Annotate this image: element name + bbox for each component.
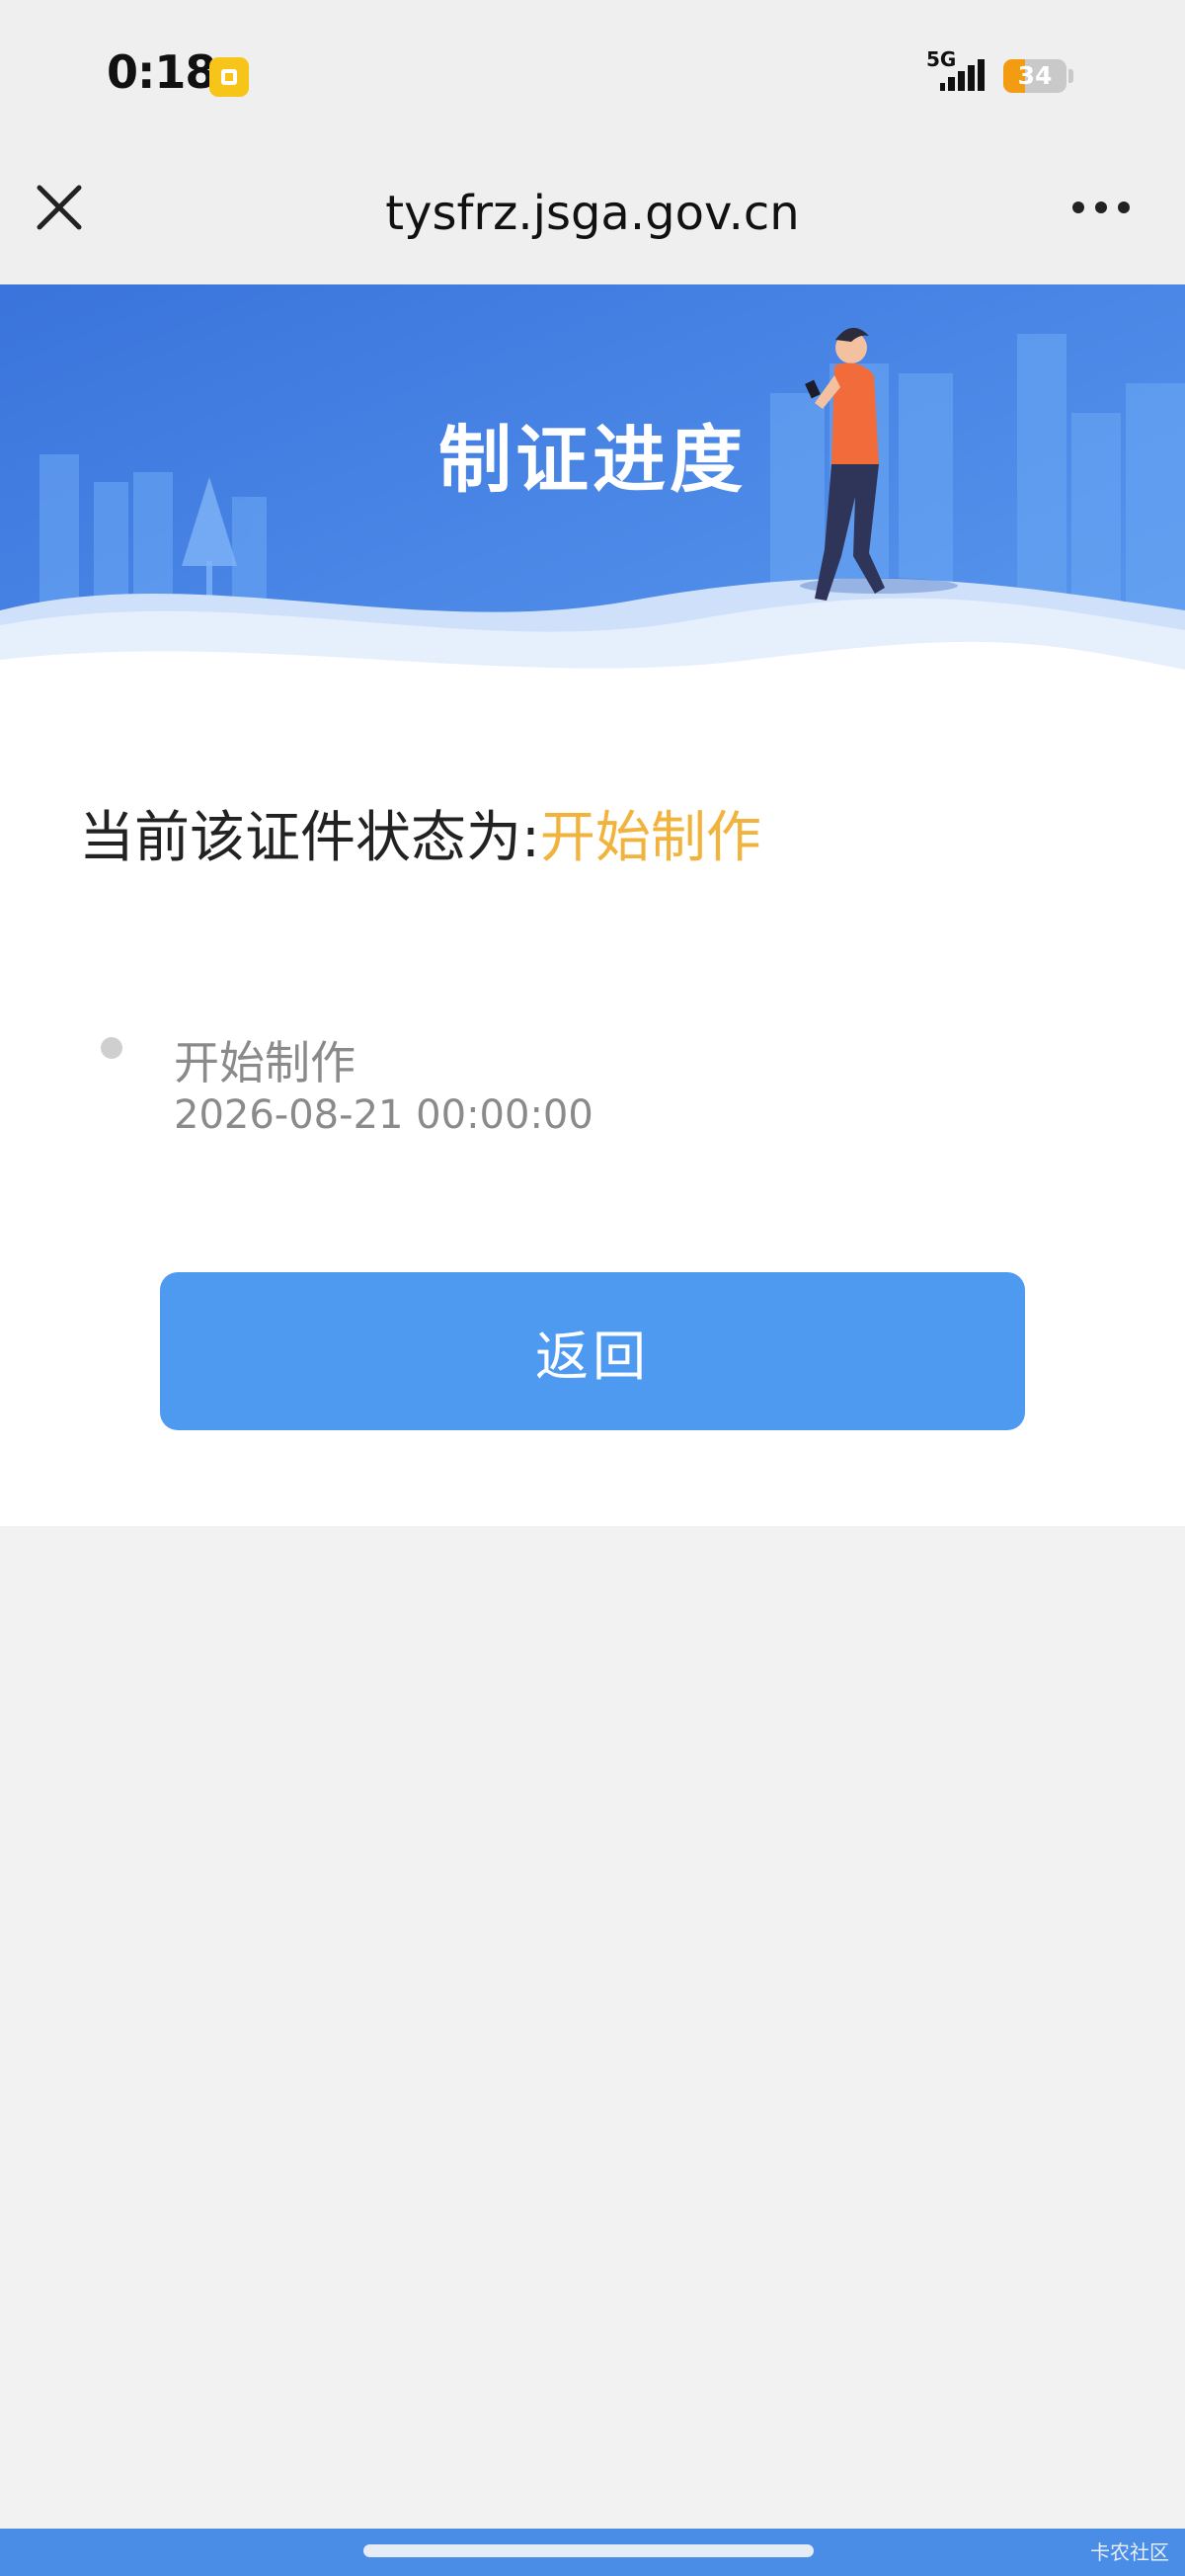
home-indicator[interactable]	[363, 2544, 814, 2557]
banner-illustration	[0, 284, 1185, 759]
back-button[interactable]: 返回	[160, 1272, 1025, 1430]
status-value: 开始制作	[539, 806, 761, 870]
battery-icon: 34	[1003, 59, 1066, 93]
page-url: tysfrz.jsga.gov.cn	[385, 186, 800, 241]
status-time: 0:18	[107, 45, 216, 99]
status-bar: 0:18 5G 34	[0, 0, 1185, 148]
more-options-icon[interactable]	[1066, 183, 1136, 232]
battery-level: 34	[1017, 61, 1053, 90]
banner-title: 制证进度	[438, 418, 747, 503]
signal-strength-icon	[940, 59, 985, 91]
timeline-step-date: 2026-08-21 00:00:00	[174, 1092, 593, 1138]
browser-nav-bar: tysfrz.jsga.gov.cn	[0, 148, 1185, 284]
certificate-status: 当前该证件状态为:开始制作	[79, 793, 761, 873]
notification-icon	[209, 57, 249, 97]
timeline-dot	[101, 1037, 122, 1059]
timeline-step-title: 开始制作	[174, 1036, 356, 1089]
status-label: 当前该证件状态为:	[79, 806, 540, 870]
battery-cap	[1068, 69, 1073, 83]
watermark: 卡农社区	[1090, 2540, 1169, 2564]
main-content: 制证进度 当前该证件状态为:开始制作 开始制作 2026-08-21 00:00…	[0, 284, 1185, 1526]
